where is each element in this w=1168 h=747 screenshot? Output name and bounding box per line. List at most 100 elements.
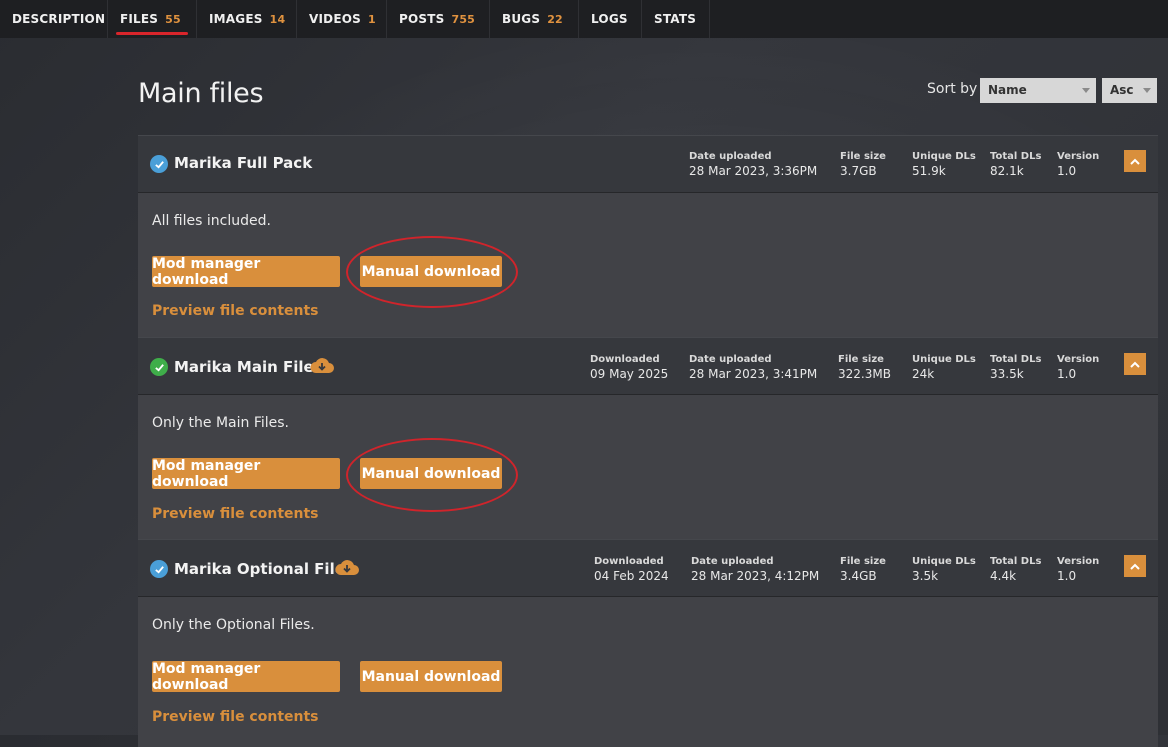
tab-description[interactable]: DESCRIPTION xyxy=(0,0,108,38)
mod-manager-download-button[interactable]: Mod manager download xyxy=(152,661,340,693)
tab-count: 755 xyxy=(451,12,476,26)
tab-count: 14 xyxy=(269,12,286,26)
tab-label: LOGS xyxy=(591,12,628,26)
sort-order-select[interactable]: Asc xyxy=(1102,78,1157,103)
meta-date-uploaded: Date uploaded 28 Mar 2023, 4:12PM xyxy=(691,555,819,583)
chevron-up-icon xyxy=(1130,563,1140,570)
sort-by-value: Name xyxy=(988,83,1027,97)
meta-value: 04 Feb 2024 xyxy=(594,569,669,583)
page-title: Main files xyxy=(138,78,264,109)
file-name: Marika Full Pack xyxy=(174,154,313,172)
tab-files[interactable]: FILES 55 xyxy=(108,0,197,38)
file-body: Only the Main Files. Mod manager downloa… xyxy=(138,395,1158,540)
tab-posts[interactable]: POSTS 755 xyxy=(387,0,490,38)
meta-value: 1.0 xyxy=(1057,569,1077,583)
collapse-button[interactable] xyxy=(1124,353,1146,375)
meta-value: 322.3MB xyxy=(838,367,891,381)
chevron-up-icon xyxy=(1130,158,1140,165)
meta-label: Total DLs xyxy=(990,151,1042,162)
meta-label: Unique DLs xyxy=(912,354,976,365)
file-header[interactable]: Marika Optional Files Downloaded 04 Feb … xyxy=(138,539,1158,597)
preview-file-contents-link[interactable]: Preview file contents xyxy=(152,303,319,319)
meta-downloaded: Downloaded 04 Feb 2024 xyxy=(594,555,669,583)
green-check-icon xyxy=(150,358,168,376)
meta-value: 3.7GB xyxy=(840,164,877,178)
blue-check-icon xyxy=(150,560,168,578)
tab-count: 1 xyxy=(367,12,376,26)
meta-date-uploaded: Date uploaded 28 Mar 2023, 3:36PM xyxy=(689,150,817,178)
meta-total-dls: Total DLs 82.1k xyxy=(990,150,1041,178)
meta-value: 4.4k xyxy=(990,569,1017,583)
tab-bugs[interactable]: BUGS 22 xyxy=(490,0,579,38)
preview-file-contents-link[interactable]: Preview file contents xyxy=(152,506,319,522)
meta-value: 82.1k xyxy=(990,164,1024,178)
meta-downloaded: Downloaded 09 May 2025 xyxy=(590,353,668,381)
sort-by-select[interactable]: Name xyxy=(980,78,1096,103)
meta-value: 3.5k xyxy=(912,569,939,583)
meta-label: Version xyxy=(1057,354,1100,365)
meta-value: 1.0 xyxy=(1057,164,1077,178)
meta-value: 3.4GB xyxy=(840,569,877,583)
meta-value: 09 May 2025 xyxy=(590,367,669,381)
meta-label: Version xyxy=(1057,151,1100,162)
tab-logs[interactable]: LOGS xyxy=(579,0,642,38)
meta-version: Version 1.0 xyxy=(1057,150,1099,178)
sort-order-value: Asc xyxy=(1110,83,1134,97)
manual-download-button[interactable]: Manual download xyxy=(360,256,502,287)
mod-manager-download-button[interactable]: Mod manager download xyxy=(152,256,340,288)
file-header[interactable]: Marika Main Files Downloaded 09 May 2025… xyxy=(138,337,1158,395)
meta-version: Version 1.0 xyxy=(1057,555,1099,583)
tab-stats[interactable]: STATS xyxy=(642,0,710,38)
meta-unique-dls: Unique DLs 3.5k xyxy=(912,555,976,583)
meta-unique-dls: Unique DLs 51.9k xyxy=(912,150,976,178)
meta-file-size: File size 3.4GB xyxy=(840,555,886,583)
file-header[interactable]: Marika Full Pack Date uploaded 28 Mar 20… xyxy=(138,135,1158,193)
file-description: Only the Optional Files. xyxy=(152,617,315,633)
tab-bar: DESCRIPTION FILES 55 IMAGES 14 VIDEOS 1 POS… xyxy=(0,0,1168,38)
tab-label: IMAGES xyxy=(209,12,263,26)
meta-value: 28 Mar 2023, 4:12PM xyxy=(691,569,820,583)
tab-label: STATS xyxy=(654,12,697,26)
meta-value: 1.0 xyxy=(1057,367,1077,381)
meta-label: Date uploaded xyxy=(689,151,772,162)
tab-images[interactable]: IMAGES 14 xyxy=(197,0,297,38)
preview-file-contents-link[interactable]: Preview file contents xyxy=(152,709,319,725)
meta-label: File size xyxy=(838,354,884,365)
tab-label: POSTS xyxy=(399,12,445,26)
meta-label: Unique DLs xyxy=(912,556,976,567)
meta-label: File size xyxy=(840,556,886,567)
meta-label: Date uploaded xyxy=(689,354,772,365)
collapse-button[interactable] xyxy=(1124,555,1146,577)
dropdown-arrow-icon xyxy=(1143,88,1151,93)
meta-value: 28 Mar 2023, 3:36PM xyxy=(689,164,818,178)
meta-date-uploaded: Date uploaded 28 Mar 2023, 3:41PM xyxy=(689,353,817,381)
file-body: Only the Optional Files. Mod manager dow… xyxy=(138,597,1158,747)
meta-file-size: File size 322.3MB xyxy=(838,353,891,381)
meta-value: 51.9k xyxy=(912,164,946,178)
file-body: All files included. Mod manager download… xyxy=(138,193,1158,337)
sort-label: Sort by xyxy=(927,81,978,97)
chevron-up-icon xyxy=(1130,361,1140,368)
tab-label: DESCRIPTION xyxy=(12,12,106,26)
mod-manager-download-button[interactable]: Mod manager download xyxy=(152,458,340,490)
file-name: Marika Main Files xyxy=(174,358,323,376)
manual-download-button[interactable]: Manual download xyxy=(360,458,502,489)
meta-label: Downloaded xyxy=(594,556,664,567)
cloud-download-icon xyxy=(310,358,334,373)
manual-download-button[interactable]: Manual download xyxy=(360,661,502,692)
meta-version: Version 1.0 xyxy=(1057,353,1099,381)
meta-value: 24k xyxy=(912,367,935,381)
tab-videos[interactable]: VIDEOS 1 xyxy=(297,0,387,38)
meta-label: File size xyxy=(840,151,886,162)
file-description: Only the Main Files. xyxy=(152,415,289,431)
tab-label: FILES xyxy=(120,12,159,26)
meta-label: Unique DLs xyxy=(912,151,976,162)
meta-file-size: File size 3.7GB xyxy=(840,150,886,178)
tab-label: BUGS xyxy=(502,12,541,26)
meta-label: Total DLs xyxy=(990,354,1042,365)
collapse-button[interactable] xyxy=(1124,150,1146,172)
meta-label: Downloaded xyxy=(590,354,660,365)
meta-label: Date uploaded xyxy=(691,556,774,567)
meta-total-dls: Total DLs 4.4k xyxy=(990,555,1041,583)
tab-count: 55 xyxy=(165,12,181,26)
